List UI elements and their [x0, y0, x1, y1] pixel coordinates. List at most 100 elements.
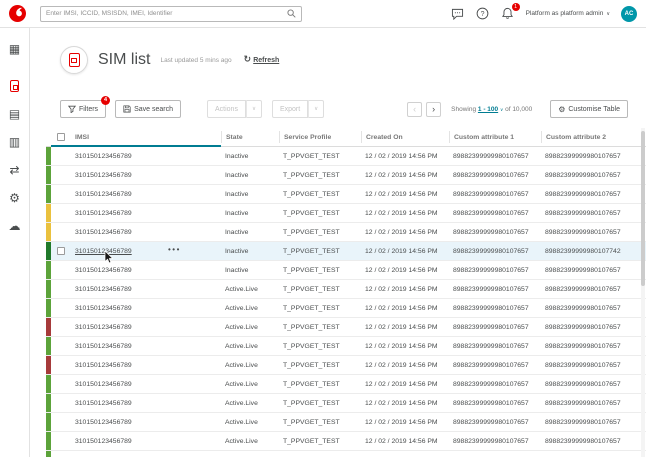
imsi-link[interactable]: 310150123456789	[75, 362, 132, 369]
imsi-link[interactable]: 310150123456789	[75, 400, 132, 407]
sidebar-item-sim-list[interactable]	[0, 73, 30, 99]
cell-custom-attribute-1: 89882399999980107657	[449, 229, 541, 236]
column-header-created-on[interactable]: Created On	[361, 131, 449, 143]
row-checkbox-cell	[51, 399, 71, 407]
row-checkbox-cell	[51, 342, 71, 350]
imsi-link[interactable]: 310150123456789	[75, 286, 132, 293]
column-header-service-profile[interactable]: Service Profile	[279, 131, 361, 143]
export-button[interactable]: Export	[272, 100, 308, 118]
table-row[interactable]: 310150123456789 ••• Inactive T_PPVGET_TE…	[46, 242, 646, 261]
imsi-link[interactable]: 310150123456789	[75, 324, 132, 331]
previous-page-button[interactable]: ‹	[407, 102, 422, 117]
imsi-link[interactable]: 310150123456789	[75, 172, 132, 179]
cell-state: Inactive	[221, 248, 279, 255]
pagination-summary: Showing 1 - 100 ∨ of 10,000	[451, 106, 532, 113]
cell-imsi: 310150123456789	[71, 172, 221, 179]
actions-chevron-icon[interactable]: ∨	[246, 100, 262, 118]
cell-imsi: 310150123456789	[71, 153, 221, 160]
cell-service-profile: T_PPVGET_TEST	[279, 210, 361, 217]
sim-card-icon	[10, 80, 19, 92]
table-row[interactable]: 310150123456789 ••• Active.Live T_PPVGET…	[46, 413, 646, 432]
search-icon[interactable]	[287, 5, 296, 23]
cell-custom-attribute-2: 89882399999980107657	[541, 381, 637, 388]
table-row[interactable]: 310150123456789 ••• Active.Live T_PPVGET…	[46, 318, 646, 337]
table-row[interactable]: 310150123456789 ••• Active.Live T_PPVGET…	[46, 299, 646, 318]
cell-custom-attribute-2: 89882399999980107657	[541, 191, 637, 198]
column-header-state[interactable]: State	[221, 131, 279, 143]
sidebar-item-settings[interactable]: ⚙	[0, 185, 30, 211]
cell-imsi: 310150123456789	[71, 419, 221, 426]
page-range-dropdown[interactable]: 1 - 100	[478, 106, 498, 113]
cell-custom-attribute-2: 89882399999980107657	[541, 343, 637, 350]
avatar[interactable]: AC	[621, 6, 637, 22]
table-row[interactable]: 310150123456789 ••• Active.Live T_PPVGET…	[46, 451, 646, 457]
row-checkbox[interactable]	[57, 247, 65, 255]
imsi-link[interactable]: 310150123456789	[75, 438, 132, 445]
cell-imsi: 310150123456789	[71, 438, 221, 445]
topbar-actions: ? 1 Platform as platform admin ∨ AC	[451, 6, 637, 22]
refresh-button[interactable]: ↻ Refresh	[244, 55, 280, 65]
help-icon[interactable]: ?	[476, 7, 490, 21]
select-all-checkbox[interactable]	[57, 133, 65, 141]
imsi-link[interactable]: 310150123456789	[75, 267, 132, 274]
table-row[interactable]: 310150123456789 ••• Inactive T_PPVGET_TE…	[46, 166, 646, 185]
column-header-custom-attribute-1[interactable]: Custom attribute 1	[449, 131, 541, 143]
row-actions-menu-icon[interactable]: •••	[168, 245, 181, 254]
sidebar-item-documents[interactable]: ▥	[0, 129, 30, 155]
chat-icon[interactable]	[451, 7, 465, 21]
sidebar-item-sim-swap[interactable]: ⇄	[0, 157, 30, 183]
column-header-imsi[interactable]: IMSI	[71, 134, 221, 141]
imsi-link[interactable]: 310150123456789	[75, 229, 132, 236]
table-row[interactable]: 310150123456789 ••• Inactive T_PPVGET_TE…	[46, 261, 646, 280]
table-row[interactable]: 310150123456789 ••• Inactive T_PPVGET_TE…	[46, 204, 646, 223]
cell-imsi: 310150123456789	[71, 400, 221, 407]
column-header-custom-attribute-2[interactable]: Custom attribute 2	[541, 131, 637, 143]
table-row[interactable]: 310150123456789 ••• Active.Live T_PPVGET…	[46, 394, 646, 413]
row-checkbox-cell	[51, 361, 71, 369]
role-selector[interactable]: Platform as platform admin ∨	[526, 10, 610, 17]
table-row[interactable]: 310150123456789 ••• Active.Live T_PPVGET…	[46, 375, 646, 394]
table-row[interactable]: 310150123456789 ••• Active.Live T_PPVGET…	[46, 356, 646, 375]
imsi-link[interactable]: 310150123456789	[75, 153, 132, 160]
cell-custom-attribute-2: 89882399999980107657	[541, 153, 637, 160]
imsi-link[interactable]: 310150123456789	[75, 305, 132, 312]
table-row[interactable]: 310150123456789 ••• Active.Live T_PPVGET…	[46, 337, 646, 356]
topbar: ? 1 Platform as platform admin ∨ AC	[0, 0, 646, 28]
cell-state: Active.Live	[221, 362, 279, 369]
imsi-link[interactable]: 310150123456789	[75, 343, 132, 350]
imsi-link[interactable]: 310150123456789	[75, 191, 132, 198]
gear-icon: ⚙	[9, 191, 20, 205]
search-input[interactable]	[46, 10, 287, 17]
imsi-link[interactable]: 310150123456789	[75, 210, 132, 217]
cell-state: Inactive	[221, 153, 279, 160]
imsi-link[interactable]: 310150123456789	[75, 381, 132, 388]
filters-button[interactable]: Filters 4	[60, 100, 106, 118]
sidebar-item-downloads[interactable]: ☁	[0, 213, 30, 239]
refresh-icon: ↻	[244, 55, 252, 65]
vodafone-logo[interactable]	[9, 5, 26, 22]
export-chevron-icon[interactable]: ∨	[308, 100, 324, 118]
actions-button[interactable]: Actions	[207, 100, 246, 118]
next-page-button[interactable]: ›	[426, 102, 441, 117]
sidebar-item-dashboard[interactable]: ▦	[0, 36, 30, 62]
cell-custom-attribute-1: 89882399999980107657	[449, 438, 541, 445]
document-icon: ▥	[9, 135, 20, 149]
table-row[interactable]: 310150123456789 ••• Inactive T_PPVGET_TE…	[46, 223, 646, 242]
imsi-link[interactable]: 310150123456789	[75, 419, 132, 426]
row-checkbox-cell	[51, 323, 71, 331]
cell-imsi: 310150123456789	[71, 229, 221, 236]
customise-table-button[interactable]: ⚙ Customise Table	[550, 100, 628, 118]
cloud-icon: ☁	[9, 219, 21, 233]
save-search-button[interactable]: Save search	[115, 100, 181, 118]
table-row[interactable]: 310150123456789 ••• Inactive T_PPVGET_TE…	[46, 147, 646, 166]
table-row[interactable]: 310150123456789 ••• Active.Live T_PPVGET…	[46, 432, 646, 451]
scrollbar-thumb[interactable]	[641, 131, 645, 286]
sidebar-item-reports[interactable]: ▤	[0, 101, 30, 127]
cell-state: Inactive	[221, 229, 279, 236]
bell-icon[interactable]: 1	[501, 7, 515, 21]
table-row[interactable]: 310150123456789 ••• Active.Live T_PPVGET…	[46, 280, 646, 299]
cell-service-profile: T_PPVGET_TEST	[279, 362, 361, 369]
table-row[interactable]: 310150123456789 ••• Inactive T_PPVGET_TE…	[46, 185, 646, 204]
mouse-cursor-icon	[104, 251, 113, 264]
cell-service-profile: T_PPVGET_TEST	[279, 305, 361, 312]
